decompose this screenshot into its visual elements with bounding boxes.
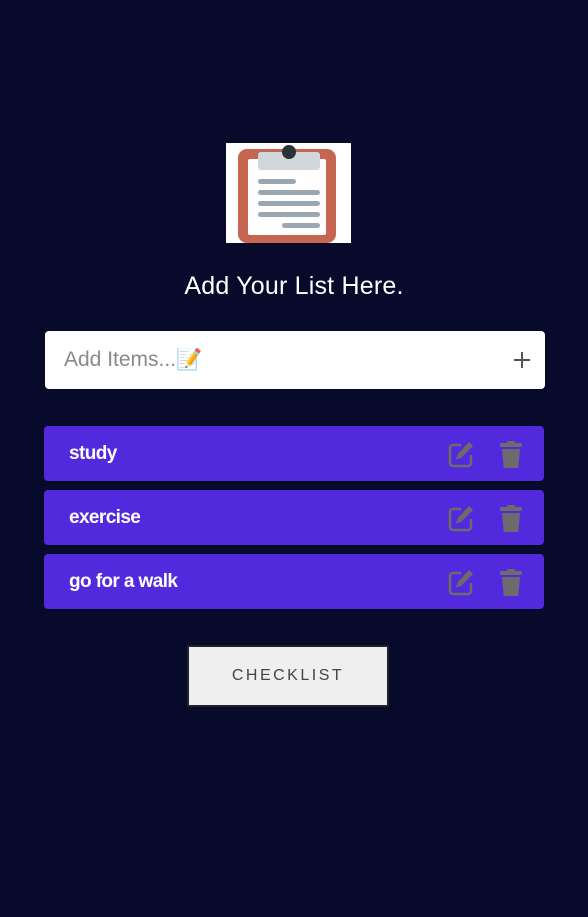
list-item: go for a walk [44, 554, 544, 609]
add-item-input[interactable] [64, 331, 484, 389]
add-item-field [45, 331, 545, 389]
item-label: exercise [69, 507, 141, 528]
page-title: Add Your List Here. [184, 272, 404, 300]
edit-icon [448, 442, 473, 468]
item-label: go for a walk [69, 571, 178, 592]
plus-icon [514, 352, 530, 368]
trash-icon [500, 441, 522, 468]
trash-icon [500, 569, 522, 596]
list-item: exercise [44, 490, 544, 545]
clipboard-logo [226, 143, 351, 243]
list-item: study [44, 426, 544, 481]
edit-icon [448, 570, 473, 596]
edit-button[interactable] [447, 504, 475, 532]
add-button[interactable] [511, 345, 533, 375]
edit-button[interactable] [447, 568, 475, 596]
edit-icon [448, 506, 473, 532]
item-label: study [69, 443, 117, 464]
edit-button[interactable] [447, 440, 475, 468]
trash-icon [500, 505, 522, 532]
delete-button[interactable] [499, 504, 523, 532]
delete-button[interactable] [499, 440, 523, 468]
clipboard-icon [238, 145, 336, 243]
checklist-button[interactable]: CHECKLIST [187, 645, 389, 707]
todo-list: study exercise go for a walk [44, 426, 544, 618]
delete-button[interactable] [499, 568, 523, 596]
